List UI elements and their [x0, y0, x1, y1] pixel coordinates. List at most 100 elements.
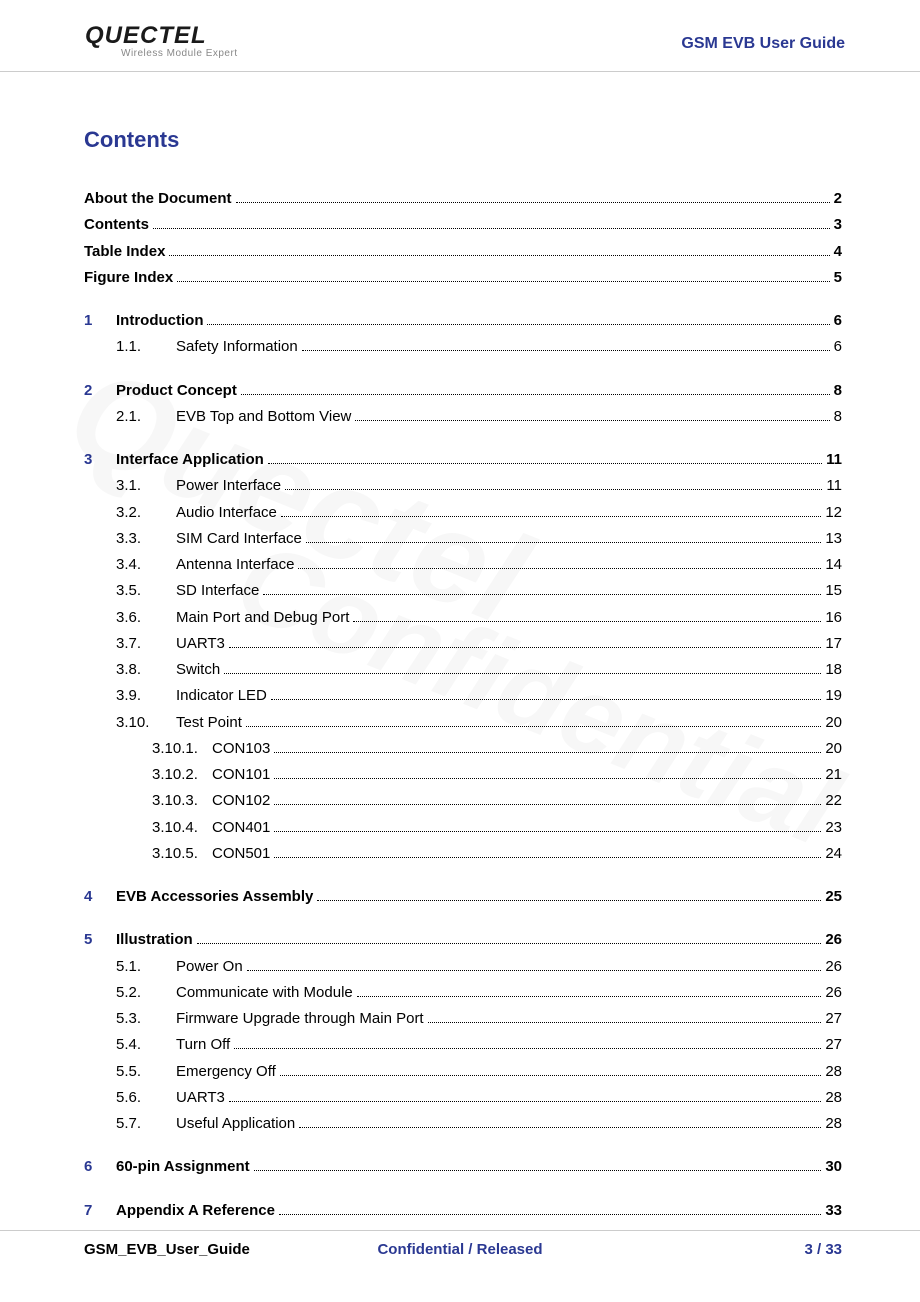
toc-label: UART3 [176, 1086, 225, 1109]
toc-label: Main Port and Debug Port [176, 606, 349, 629]
toc-label: EVB Accessories Assembly [116, 885, 313, 908]
toc-row[interactable]: 3.10.5.CON50124 [84, 842, 842, 865]
table-of-contents: About the Document2Contents3Table Index4… [84, 187, 842, 1239]
toc-row[interactable]: 5.5.Emergency Off28 [84, 1060, 842, 1083]
toc-dots [306, 542, 821, 543]
section-gap [84, 362, 842, 376]
toc-num: 3.6. [116, 606, 176, 629]
toc-num: 5.5. [116, 1060, 176, 1083]
toc-row[interactable]: 7Appendix A Reference33 [84, 1199, 842, 1222]
toc-dots [153, 228, 830, 229]
toc-label: Firmware Upgrade through Main Port [176, 1007, 424, 1030]
toc-dots [281, 516, 821, 517]
toc-row[interactable]: Table Index4 [84, 240, 842, 263]
page: Quectel Confidential QUECTEL Wireless Mo… [0, 0, 920, 1302]
toc-row[interactable]: 660-pin Assignment30 [84, 1155, 842, 1178]
toc-label: Contents [84, 213, 149, 236]
toc-row[interactable]: 5.4.Turn Off27 [84, 1033, 842, 1056]
toc-row[interactable]: 3.8.Switch18 [84, 658, 842, 681]
toc-dots [271, 699, 821, 700]
toc-page: 19 [825, 684, 842, 707]
toc-page: 3 [834, 213, 842, 236]
toc-label: Appendix A Reference [116, 1199, 275, 1222]
toc-page: 25 [825, 885, 842, 908]
toc-row[interactable]: 3.3.SIM Card Interface13 [84, 527, 842, 550]
section-gap [84, 1182, 842, 1196]
toc-row[interactable]: 3.10.3.CON10222 [84, 789, 842, 812]
section-gap [84, 431, 842, 445]
toc-row[interactable]: 5.3.Firmware Upgrade through Main Port27 [84, 1007, 842, 1030]
toc-row[interactable]: Figure Index5 [84, 266, 842, 289]
toc-page: 23 [825, 816, 842, 839]
toc-row[interactable]: About the Document2 [84, 187, 842, 210]
toc-page: 26 [825, 981, 842, 1004]
toc-dots [177, 281, 829, 282]
contents-heading: Contents [84, 127, 842, 153]
toc-page: 24 [825, 842, 842, 865]
toc-row[interactable]: 1.1.Safety Information6 [84, 335, 842, 358]
toc-page: 27 [825, 1007, 842, 1030]
toc-row[interactable]: 4EVB Accessories Assembly 25 [84, 885, 842, 908]
toc-dots [263, 594, 821, 595]
toc-num: 3.10.1. [152, 737, 212, 760]
toc-label: Antenna Interface [176, 553, 294, 576]
section-gap [84, 1138, 842, 1152]
toc-label: CON501 [212, 842, 270, 865]
toc-row[interactable]: 3.10.2.CON10121 [84, 763, 842, 786]
toc-dots [428, 1022, 822, 1023]
toc-label: Power On [176, 955, 243, 978]
toc-label: Illustration [116, 928, 193, 951]
toc-row[interactable]: 3.2.Audio Interface12 [84, 501, 842, 524]
toc-dots [236, 202, 830, 203]
toc-label: Table Index [84, 240, 165, 263]
toc-row[interactable]: 3.7.UART317 [84, 632, 842, 655]
toc-label: Interface Application [116, 448, 264, 471]
toc-num: 7 [84, 1199, 116, 1222]
toc-label: Useful Application [176, 1112, 295, 1135]
toc-row[interactable]: 5.6.UART328 [84, 1086, 842, 1109]
toc-num: 4 [84, 885, 116, 908]
footer-left: GSM_EVB_User_Guide [84, 1241, 250, 1258]
toc-row[interactable]: 3.4.Antenna Interface14 [84, 553, 842, 576]
toc-page: 18 [825, 658, 842, 681]
toc-page: 6 [834, 335, 842, 358]
toc-row[interactable]: 5Illustration26 [84, 928, 842, 951]
toc-num: 2 [84, 379, 116, 402]
toc-row[interactable]: 3.1.Power Interface11 [84, 474, 842, 497]
toc-page: 20 [825, 737, 842, 760]
toc-row[interactable]: 3.9.Indicator LED19 [84, 684, 842, 707]
toc-row[interactable]: 3.6.Main Port and Debug Port16 [84, 606, 842, 629]
toc-row[interactable]: 3Interface Application11 [84, 448, 842, 471]
toc-label: SIM Card Interface [176, 527, 302, 550]
toc-page: 17 [825, 632, 842, 655]
toc-dots [274, 857, 821, 858]
toc-label: Test Point [176, 711, 242, 734]
logo-subtitle: Wireless Module Expert [121, 48, 238, 59]
toc-label: Power Interface [176, 474, 281, 497]
toc-row[interactable]: Contents 3 [84, 213, 842, 236]
toc-page: 8 [834, 405, 842, 428]
toc-page: 12 [825, 501, 842, 524]
toc-num: 1 [84, 309, 116, 332]
toc-num: 3.9. [116, 684, 176, 707]
toc-page: 28 [825, 1086, 842, 1109]
toc-row[interactable]: 5.7.Useful Application28 [84, 1112, 842, 1135]
toc-row[interactable]: 5.1.Power On26 [84, 955, 842, 978]
toc-row[interactable]: 3.10.Test Point20 [84, 711, 842, 734]
toc-label: Safety Information [176, 335, 298, 358]
toc-row[interactable]: 5.2.Communicate with Module26 [84, 981, 842, 1004]
toc-page: 27 [825, 1033, 842, 1056]
toc-num: 5.4. [116, 1033, 176, 1056]
toc-row[interactable]: 2.1.EVB Top and Bottom View8 [84, 405, 842, 428]
toc-row[interactable]: 3.10.1.CON10320 [84, 737, 842, 760]
toc-row[interactable]: 1Introduction6 [84, 309, 842, 332]
toc-num: 2.1. [116, 405, 176, 428]
toc-dots [229, 1101, 821, 1102]
toc-row[interactable]: 3.10.4.CON40123 [84, 816, 842, 839]
page-body: Contents About the Document2 Contents 3 Tab… [0, 72, 920, 1239]
toc-row[interactable]: 2Product Concept8 [84, 379, 842, 402]
toc-dots [302, 350, 830, 351]
toc-label: Communicate with Module [176, 981, 353, 1004]
toc-page: 28 [825, 1060, 842, 1083]
toc-row[interactable]: 3.5.SD Interface15 [84, 579, 842, 602]
